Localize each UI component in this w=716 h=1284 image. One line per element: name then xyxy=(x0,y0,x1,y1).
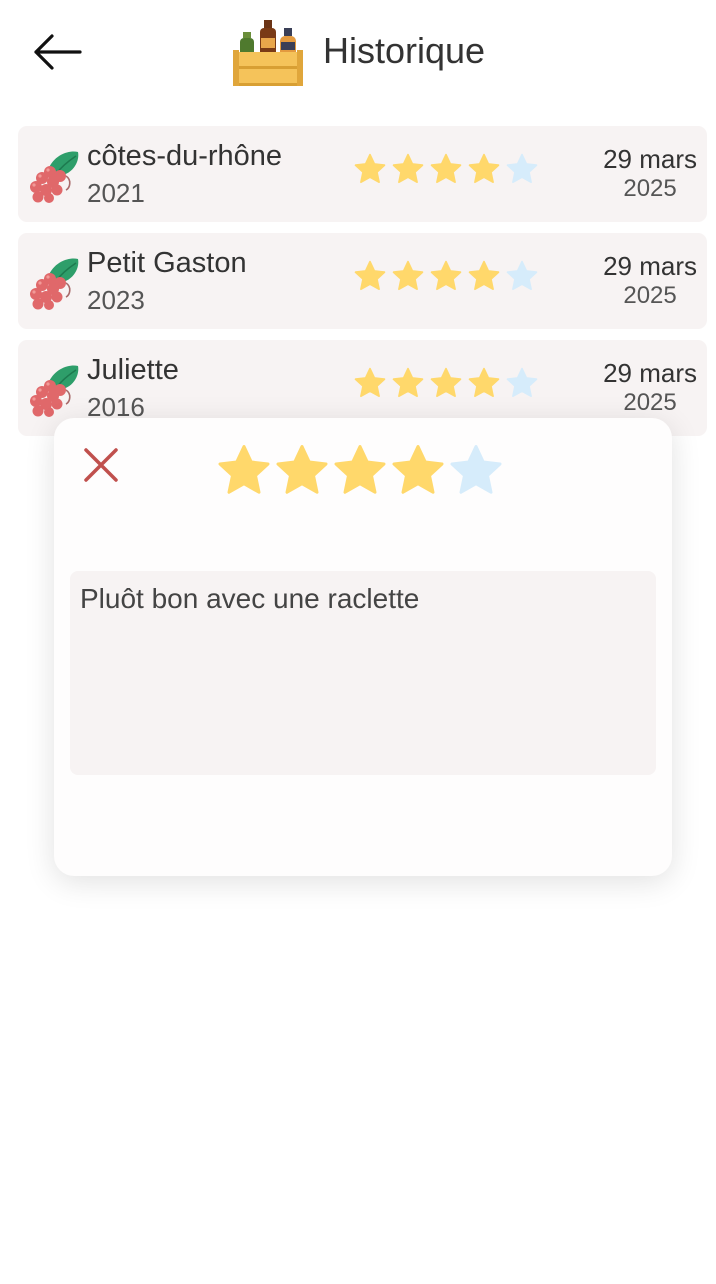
dialog-rating-stars[interactable] xyxy=(214,442,504,502)
star-icon xyxy=(392,260,424,291)
star-icon[interactable] xyxy=(330,442,390,502)
star-icon[interactable] xyxy=(214,442,274,502)
date-year: 2025 xyxy=(623,175,677,202)
star-icon xyxy=(430,260,462,291)
history-date: 29 mars 2025 xyxy=(603,144,697,204)
star-icon xyxy=(506,153,538,184)
star-icon[interactable] xyxy=(446,442,506,502)
date-year: 2025 xyxy=(623,389,677,416)
row-rating-stars xyxy=(352,366,540,402)
comment-field[interactable]: Pluôt bon avec une raclette xyxy=(70,571,656,775)
star-icon xyxy=(506,367,538,398)
date-day-month: 29 mars xyxy=(603,251,697,281)
star-icon xyxy=(392,153,424,184)
close-icon xyxy=(84,448,118,482)
star-icon xyxy=(354,153,386,184)
row-rating-stars xyxy=(352,259,540,295)
history-row-1[interactable]: Petit Gaston 2023 29 mars 2025 xyxy=(18,233,707,329)
grapes-icon xyxy=(26,360,84,418)
star-icon xyxy=(468,260,500,291)
date-day-month: 29 mars xyxy=(603,358,697,388)
wine-year: 2023 xyxy=(87,285,145,315)
star-icon xyxy=(392,367,424,398)
rating-dialog: Pluôt bon avec une raclette xyxy=(54,418,672,876)
grapes-icon xyxy=(26,146,84,204)
history-list: côtes-du-rhône 2021 29 mars 2025 Petit G… xyxy=(18,126,707,447)
page-title: Historique xyxy=(323,30,486,71)
star-icon xyxy=(354,367,386,398)
history-date: 29 mars 2025 xyxy=(603,251,697,311)
close-button[interactable] xyxy=(80,444,122,486)
grapes-icon xyxy=(26,253,84,311)
wine-crate-icon xyxy=(232,16,304,88)
star-icon xyxy=(430,153,462,184)
history-date: 29 mars 2025 xyxy=(603,358,697,418)
star-icon xyxy=(506,260,538,291)
row-rating-stars xyxy=(352,152,540,188)
wine-name: Petit Gaston xyxy=(87,247,247,279)
star-icon xyxy=(468,153,500,184)
star-icon[interactable] xyxy=(388,442,448,502)
wine-name: Juliette xyxy=(87,354,179,386)
history-row-0[interactable]: côtes-du-rhône 2021 29 mars 2025 xyxy=(18,126,707,222)
wine-year: 2021 xyxy=(87,178,145,208)
date-day-month: 29 mars xyxy=(603,144,697,174)
date-year: 2025 xyxy=(623,282,677,309)
star-icon xyxy=(354,260,386,291)
wine-name: côtes-du-rhône xyxy=(87,140,283,172)
star-icon[interactable] xyxy=(272,442,332,502)
star-icon xyxy=(430,367,462,398)
back-button[interactable] xyxy=(28,28,88,76)
star-icon xyxy=(468,367,500,398)
arrow-left-icon xyxy=(34,34,82,70)
